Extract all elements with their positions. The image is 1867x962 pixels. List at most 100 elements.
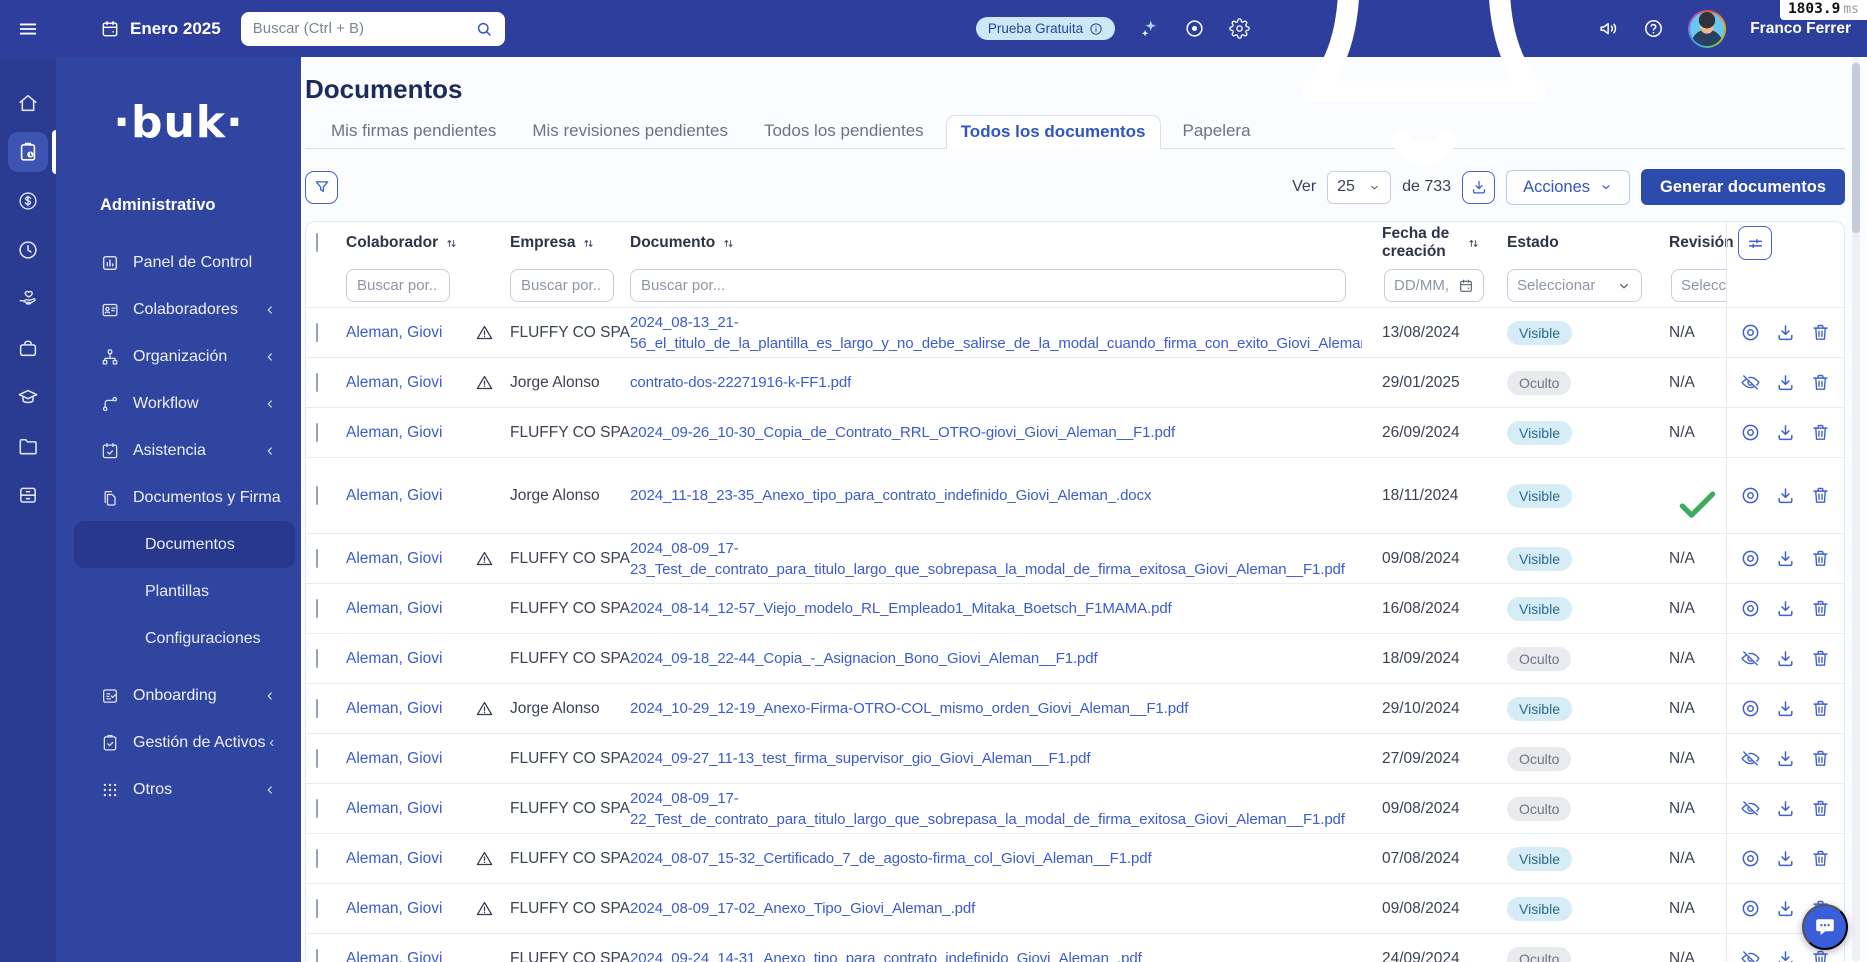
download-document-button[interactable] bbox=[1775, 372, 1796, 393]
rail-item-folder[interactable] bbox=[8, 426, 48, 466]
collaborator-link[interactable]: Aleman, Giovi bbox=[346, 750, 442, 768]
download-document-button[interactable] bbox=[1775, 798, 1796, 819]
download-document-button[interactable] bbox=[1775, 898, 1796, 919]
collaborator-link[interactable]: Aleman, Giovi bbox=[346, 900, 442, 918]
column-settings-button[interactable] bbox=[1738, 226, 1772, 260]
document-link[interactable]: 2024_08-13_21- 56_el_titulo_de_la_plantil… bbox=[630, 312, 1362, 354]
row-checkbox[interactable] bbox=[316, 422, 318, 442]
sidebar-item-documentos-y-firma[interactable]: Documentos y Firma bbox=[56, 474, 301, 521]
rail-item-clipboard-clock[interactable] bbox=[8, 130, 56, 174]
visibility-icon[interactable] bbox=[1184, 18, 1205, 39]
delete-document-button[interactable] bbox=[1810, 422, 1831, 443]
delete-document-button[interactable] bbox=[1810, 748, 1831, 769]
rail-item-briefcase[interactable] bbox=[8, 328, 48, 368]
document-link[interactable]: 2024_08-07_15-32_Certificado_7_de_agosto… bbox=[630, 848, 1362, 869]
sort-by-created-date[interactable]: Fecha de creación bbox=[1382, 225, 1481, 261]
notifications-button[interactable]: 2 bbox=[1274, 0, 1574, 179]
collaborator-link[interactable]: Aleman, Giovi bbox=[346, 424, 442, 442]
scrollbar[interactable] bbox=[1852, 57, 1860, 962]
toggle-visibility-button[interactable] bbox=[1740, 798, 1761, 819]
document-link[interactable]: 2024_09-18_22-44_Copia_-_Asignacion_Bono… bbox=[630, 648, 1362, 669]
collaborator-link[interactable]: Aleman, Giovi bbox=[346, 950, 442, 962]
sidebar-item-asistencia[interactable]: Asistencia bbox=[56, 427, 301, 474]
delete-document-button[interactable] bbox=[1810, 948, 1831, 962]
document-link[interactable]: 2024_11-18_23-35_Anexo_tipo_para_contrat… bbox=[630, 485, 1362, 506]
tab-mis-firmas-pendientes[interactable]: Mis firmas pendientes bbox=[317, 114, 510, 148]
toggle-visibility-button[interactable] bbox=[1740, 848, 1761, 869]
toggle-visibility-button[interactable] bbox=[1740, 748, 1761, 769]
sidebar-subitem-plantillas[interactable]: Plantillas bbox=[56, 568, 301, 615]
tab-todos-los-pendientes[interactable]: Todos los pendientes bbox=[750, 114, 938, 148]
toggle-visibility-button[interactable] bbox=[1740, 372, 1761, 393]
row-checkbox[interactable] bbox=[316, 372, 318, 392]
document-link[interactable]: 2024_08-14_12-57_Viejo_modelo_RL_Emplead… bbox=[630, 598, 1362, 619]
row-checkbox[interactable] bbox=[316, 648, 318, 668]
collaborator-link[interactable]: Aleman, Giovi bbox=[346, 550, 442, 568]
rail-item-clock[interactable] bbox=[8, 230, 48, 270]
download-document-button[interactable] bbox=[1775, 598, 1796, 619]
sidebar-item-otros[interactable]: Otros bbox=[56, 766, 301, 813]
sort-by-collaborator[interactable]: Colaborador bbox=[346, 234, 459, 252]
collaborator-link[interactable]: Aleman, Giovi bbox=[346, 650, 442, 668]
download-document-button[interactable] bbox=[1775, 698, 1796, 719]
row-checkbox[interactable] bbox=[316, 598, 318, 618]
megaphone-icon[interactable] bbox=[1598, 18, 1619, 39]
collaborator-link[interactable]: Aleman, Giovi bbox=[346, 800, 442, 818]
delete-document-button[interactable] bbox=[1810, 322, 1831, 343]
rail-item-cabinet[interactable] bbox=[8, 475, 48, 515]
document-link[interactable]: contrato-dos-22271916-k-FF1.pdf bbox=[630, 372, 1362, 393]
menu-toggle-button[interactable] bbox=[0, 18, 56, 40]
sidebar-item-gesti-n-de-activos[interactable]: Gestión de Activos bbox=[56, 719, 301, 766]
row-checkbox[interactable] bbox=[316, 698, 318, 718]
date-filter-input[interactable]: DD/MM, bbox=[1384, 269, 1484, 302]
toggle-visibility-button[interactable] bbox=[1740, 548, 1761, 569]
toggle-visibility-button[interactable] bbox=[1740, 485, 1761, 506]
delete-document-button[interactable] bbox=[1810, 598, 1831, 619]
rail-item-graduation-cap[interactable] bbox=[8, 377, 48, 417]
row-checkbox[interactable] bbox=[316, 948, 318, 962]
sidebar-item-organizaci-n[interactable]: Organización bbox=[56, 333, 301, 380]
document-link[interactable]: 2024_08-09_17- 22_Test_de_contrato_para_t… bbox=[630, 788, 1362, 830]
collaborator-link[interactable]: Aleman, Giovi bbox=[346, 374, 442, 392]
document-link[interactable]: 2024_09-27_11-13_test_firma_supervisor_g… bbox=[630, 748, 1362, 769]
search-input[interactable] bbox=[252, 20, 475, 37]
row-checkbox[interactable] bbox=[316, 798, 318, 818]
row-checkbox[interactable] bbox=[316, 485, 318, 505]
delete-document-button[interactable] bbox=[1810, 372, 1831, 393]
sidebar-subitem-configuraciones[interactable]: Configuraciones bbox=[56, 615, 301, 662]
row-checkbox[interactable] bbox=[316, 898, 318, 918]
download-document-button[interactable] bbox=[1775, 548, 1796, 569]
delete-document-button[interactable] bbox=[1810, 698, 1831, 719]
period-selector[interactable]: Enero 2025 bbox=[100, 19, 221, 39]
toggle-visibility-button[interactable] bbox=[1740, 898, 1761, 919]
rail-item-hand-heart[interactable] bbox=[8, 279, 48, 319]
collaborator-filter-input[interactable] bbox=[346, 269, 450, 302]
toggle-visibility-button[interactable] bbox=[1740, 598, 1761, 619]
collaborator-link[interactable]: Aleman, Giovi bbox=[346, 850, 442, 868]
row-checkbox[interactable] bbox=[316, 848, 318, 868]
user-name[interactable]: Franco Ferrer bbox=[1750, 20, 1851, 38]
toggle-visibility-button[interactable] bbox=[1740, 948, 1761, 962]
download-document-button[interactable] bbox=[1775, 948, 1796, 962]
toggle-visibility-button[interactable] bbox=[1740, 322, 1761, 343]
toggle-visibility-button[interactable] bbox=[1740, 698, 1761, 719]
download-document-button[interactable] bbox=[1775, 648, 1796, 669]
help-icon[interactable] bbox=[1643, 18, 1664, 39]
download-document-button[interactable] bbox=[1775, 485, 1796, 506]
delete-document-button[interactable] bbox=[1810, 848, 1831, 869]
select-all-checkbox[interactable] bbox=[316, 233, 318, 252]
collaborator-link[interactable]: Aleman, Giovi bbox=[346, 700, 442, 718]
document-link[interactable]: 2024_09-24_14-31_Anexo_tipo_para_contrat… bbox=[630, 948, 1362, 962]
rail-item-dollar[interactable] bbox=[8, 181, 48, 221]
row-checkbox[interactable] bbox=[316, 548, 318, 568]
download-document-button[interactable] bbox=[1775, 848, 1796, 869]
document-filter-input[interactable] bbox=[630, 269, 1346, 302]
sparkle-icon[interactable] bbox=[1139, 18, 1160, 39]
filter-button[interactable] bbox=[305, 170, 338, 204]
sort-by-document[interactable]: Documento bbox=[630, 234, 1362, 252]
sidebar-item-panel-de-control[interactable]: Panel de Control bbox=[56, 239, 301, 286]
download-document-button[interactable] bbox=[1775, 322, 1796, 343]
document-link[interactable]: 2024_08-09_17- 23_Test_de_contrato_para_t… bbox=[630, 538, 1362, 580]
sidebar-item-colaboradores[interactable]: Colaboradores bbox=[56, 286, 301, 333]
document-link[interactable]: 2024_10-29_12-19_Anexo-Firma-OTRO-COL_mi… bbox=[630, 698, 1362, 719]
